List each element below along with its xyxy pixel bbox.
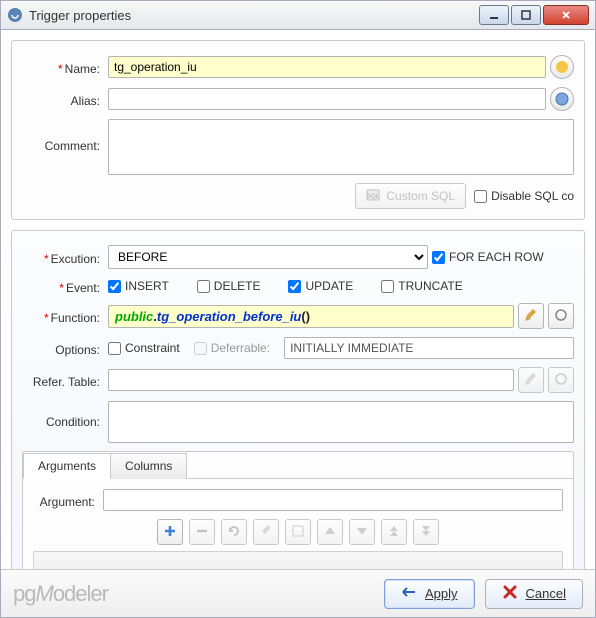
brand-label: pgModeler — [13, 581, 374, 607]
down-icon — [355, 524, 369, 541]
function-display: public.tg_operation_before_iu() — [108, 305, 514, 328]
client-area: *Name: Alias: Comment: SQL Custom SQL Di… — [0, 30, 596, 618]
function-schema: public — [115, 309, 153, 324]
apply-icon — [401, 584, 417, 603]
args-columns-tabs: Arguments Columns Argument: — [22, 451, 574, 569]
alias-input[interactable] — [108, 88, 546, 110]
condition-textarea[interactable] — [108, 401, 574, 443]
tab-arguments[interactable]: Arguments — [23, 453, 111, 479]
condition-label: Condition: — [22, 401, 108, 429]
for-each-row-checkbox[interactable]: FOR EACH ROW — [432, 250, 544, 264]
maximize-button[interactable] — [511, 5, 541, 25]
argument-toolbar — [33, 519, 563, 545]
execution-label: *Excution: — [22, 248, 108, 266]
for-each-row-label: FOR EACH ROW — [449, 250, 544, 264]
footer: pgModeler Apply Cancel — [1, 569, 595, 617]
argument-input[interactable] — [103, 489, 563, 511]
app-icon — [7, 7, 23, 23]
name-side-button[interactable] — [550, 55, 574, 79]
comment-textarea[interactable] — [108, 119, 574, 175]
name-input[interactable] — [108, 56, 546, 78]
move-top-button[interactable] — [381, 519, 407, 545]
refer-table-label: Refer. Table: — [22, 371, 108, 389]
options-label: Options: — [22, 339, 108, 357]
arguments-list[interactable] — [33, 551, 563, 569]
sql-icon: SQL — [366, 188, 380, 205]
custom-sql-button[interactable]: SQL Custom SQL — [355, 183, 466, 209]
close-button[interactable] — [543, 5, 589, 25]
refer-clear-button[interactable] — [518, 367, 544, 393]
custom-sql-label: Custom SQL — [386, 189, 455, 203]
bottom-icon — [419, 524, 433, 541]
svg-text:SQL: SQL — [367, 194, 380, 200]
refresh-icon — [227, 524, 241, 541]
disable-sql-checkbox[interactable]: Disable SQL co — [474, 189, 574, 203]
function-label: *Function: — [22, 307, 108, 325]
event-label: *Event: — [22, 277, 108, 295]
function-pick-button[interactable] — [548, 303, 574, 329]
minus-icon — [195, 524, 209, 541]
disable-sql-input[interactable] — [474, 190, 487, 203]
deferrable-checkbox[interactable]: Deferrable: — [194, 341, 270, 355]
up-icon — [323, 524, 337, 541]
event-insert[interactable]: INSERT — [108, 279, 169, 293]
apply-button[interactable]: Apply — [384, 579, 475, 609]
refer-table-input — [108, 369, 514, 391]
tab-columns[interactable]: Columns — [110, 453, 187, 479]
titlebar: Trigger properties — [0, 0, 596, 30]
function-name: tg_operation_before_iu — [157, 309, 301, 324]
alias-label: Alias: — [22, 90, 108, 108]
picker-icon — [554, 372, 568, 389]
name-label: *Name: — [22, 58, 108, 76]
broom-icon — [259, 524, 273, 541]
window-buttons — [477, 5, 589, 25]
cancel-label: Cancel — [526, 586, 566, 601]
cancel-button[interactable]: Cancel — [485, 579, 583, 609]
execution-select[interactable]: BEFORE — [108, 245, 428, 269]
refer-pick-button[interactable] — [548, 367, 574, 393]
identity-panel: *Name: Alias: Comment: SQL Custom SQL Di… — [11, 40, 585, 220]
picker-icon — [554, 308, 568, 325]
argument-label: Argument: — [33, 491, 103, 509]
edit-icon — [291, 524, 305, 541]
constraint-checkbox[interactable]: Constraint — [108, 341, 180, 355]
definition-panel: *Excution: BEFORE FOR EACH ROW *Event: I… — [11, 230, 585, 569]
event-delete[interactable]: DELETE — [197, 279, 261, 293]
deferrable-mode — [284, 337, 574, 359]
move-down-button[interactable] — [349, 519, 375, 545]
cancel-icon — [502, 584, 518, 603]
move-bottom-button[interactable] — [413, 519, 439, 545]
add-button[interactable] — [157, 519, 183, 545]
event-truncate[interactable]: TRUNCATE — [381, 279, 462, 293]
function-clear-button[interactable] — [518, 303, 544, 329]
window-title: Trigger properties — [29, 8, 477, 23]
broom-icon — [524, 308, 538, 325]
for-each-row-input[interactable] — [432, 251, 445, 264]
remove-button[interactable] — [189, 519, 215, 545]
event-update[interactable]: UPDATE — [288, 279, 353, 293]
disable-sql-label: Disable SQL co — [491, 189, 574, 203]
minimize-button[interactable] — [479, 5, 509, 25]
top-icon — [387, 524, 401, 541]
refresh-button[interactable] — [221, 519, 247, 545]
alias-side-button[interactable] — [550, 87, 574, 111]
apply-label: Apply — [425, 586, 458, 601]
move-up-button[interactable] — [317, 519, 343, 545]
plus-icon — [163, 524, 177, 541]
comment-label: Comment: — [22, 119, 108, 153]
clear-button[interactable] — [253, 519, 279, 545]
edit-button[interactable] — [285, 519, 311, 545]
broom-icon — [524, 372, 538, 389]
